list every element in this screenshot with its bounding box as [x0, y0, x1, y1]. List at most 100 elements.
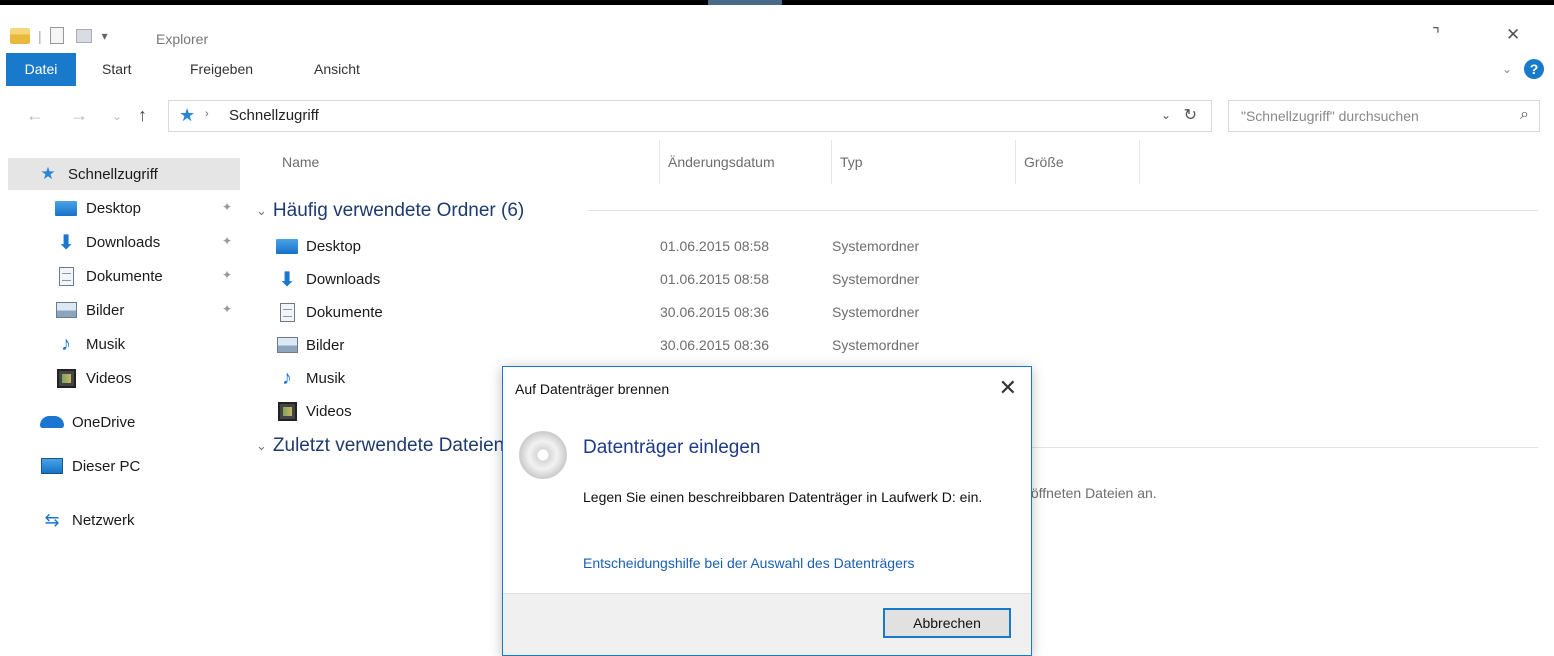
- column-header-size[interactable]: Größe: [1016, 140, 1140, 184]
- quick-access-star-icon: ★: [179, 105, 196, 125]
- sidebar-item-label: Dokumente: [86, 267, 163, 285]
- group-divider: [588, 210, 1538, 211]
- documents-icon: [279, 302, 295, 322]
- sidebar-item-network[interactable]: ⇆ Netzwerk: [0, 504, 240, 536]
- navigation-pane: ★ Schnellzugriff Desktop ✦ ⬇ Downloads ✦…: [0, 150, 250, 656]
- sidebar-item-downloads[interactable]: ⬇ Downloads ✦: [0, 226, 240, 258]
- item-type: Systemordner: [832, 304, 920, 320]
- tab-share[interactable]: Freigeben: [190, 53, 253, 86]
- item-name: Musik: [306, 369, 346, 387]
- item-name: Desktop: [306, 237, 362, 255]
- pin-icon[interactable]: ✦: [222, 268, 232, 282]
- sidebar-item-label: Videos: [86, 369, 132, 387]
- folder-icon[interactable]: [10, 27, 30, 44]
- column-header-date[interactable]: Änderungsdatum: [660, 140, 832, 184]
- back-icon[interactable]: ←: [26, 105, 44, 126]
- list-item[interactable]: Desktop 01.06.2015 08:58 Systemordner: [274, 230, 994, 262]
- group-title: Zuletzt verwendete Dateien (0): [272, 435, 533, 456]
- recent-locations-icon[interactable]: ⌄: [112, 109, 122, 123]
- pin-icon[interactable]: ✦: [222, 234, 232, 248]
- item-type: Systemordner: [832, 337, 920, 353]
- chevron-down-icon: ⌄: [256, 438, 267, 453]
- breadcrumb-separator-icon[interactable]: ›: [205, 108, 209, 120]
- sidebar-item-this-pc[interactable]: Dieser PC: [0, 450, 240, 482]
- minimize-icon[interactable]: ⌝: [1432, 25, 1440, 45]
- cancel-button[interactable]: Abbrechen: [883, 608, 1011, 638]
- pictures-icon: [276, 337, 298, 353]
- address-dropdown-icon[interactable]: ⌄: [1161, 108, 1171, 122]
- up-icon[interactable]: ↑: [138, 105, 147, 126]
- breadcrumb-quick-access[interactable]: Schnellzugriff: [229, 107, 319, 124]
- pictures-icon: [55, 302, 77, 318]
- sidebar-item-pictures[interactable]: Bilder ✦: [0, 294, 240, 326]
- sidebar-item-desktop[interactable]: Desktop ✦: [0, 192, 240, 224]
- desktop-icon: [276, 238, 298, 254]
- sidebar-item-videos[interactable]: Videos: [0, 362, 240, 394]
- navigation-bar: ← → ⌄ ↑ ★ › Schnellzugriff ⌄ ↻ "Schnellz…: [0, 98, 1554, 134]
- dialog-footer: Abbrechen: [503, 593, 1031, 655]
- pin-icon[interactable]: ✦: [222, 302, 232, 316]
- help-icon[interactable]: ?: [1524, 59, 1544, 79]
- star-icon: ★: [40, 164, 56, 183]
- music-icon: ♪: [282, 366, 292, 389]
- group-recent-files[interactable]: ⌄ Zuletzt verwendete Dateien (0): [256, 433, 533, 459]
- item-date: 01.06.2015 08:58: [660, 238, 769, 254]
- pc-icon: [41, 458, 63, 474]
- network-icon: ⇆: [44, 509, 60, 530]
- title-bar: | ▾ Explorer ⌝ ✕: [0, 5, 1554, 53]
- list-item[interactable]: Bilder 30.06.2015 08:36 Systemordner: [274, 329, 994, 361]
- qa-dropdown-icon[interactable]: ▾: [102, 29, 108, 43]
- item-name: Bilder: [306, 336, 345, 354]
- sidebar-item-label: Musik: [86, 335, 126, 353]
- quick-access-toolbar: | ▾: [10, 27, 108, 44]
- documents-icon: [58, 266, 74, 286]
- help-link[interactable]: Entscheidungshilfe bei der Auswahl des D…: [583, 555, 915, 571]
- column-header-type[interactable]: Typ: [832, 140, 1016, 184]
- item-type: Systemordner: [832, 271, 920, 287]
- refresh-icon[interactable]: ↻: [1184, 105, 1197, 125]
- address-bar[interactable]: ★ › Schnellzugriff ⌄ ↻: [168, 100, 1212, 132]
- item-name: Downloads: [306, 270, 381, 288]
- properties-icon[interactable]: [49, 27, 64, 44]
- tab-view[interactable]: Ansicht: [314, 53, 360, 86]
- ribbon-tabs: Datei Start Freigeben Ansicht ⌄ ?: [0, 53, 1554, 87]
- group-title: Häufig verwendete Ordner (6): [272, 200, 525, 221]
- dialog-heading: Datenträger einlegen: [583, 437, 761, 458]
- sidebar-item-label: Dieser PC: [72, 457, 141, 475]
- forward-icon[interactable]: →: [70, 105, 88, 126]
- close-icon[interactable]: ✕: [999, 375, 1017, 401]
- item-name: Dokumente: [306, 303, 383, 321]
- search-icon[interactable]: ⌕: [1520, 106, 1529, 124]
- sidebar-item-label: Downloads: [86, 233, 161, 251]
- sidebar-item-quick-access[interactable]: ★ Schnellzugriff: [8, 158, 240, 190]
- item-date: 30.06.2015 08:36: [660, 304, 769, 320]
- download-icon: ⬇: [57, 231, 75, 254]
- sidebar-item-documents[interactable]: Dokumente ✦: [0, 260, 240, 292]
- tab-start[interactable]: Start: [102, 53, 132, 86]
- search-input[interactable]: "Schnellzugriff" durchsuchen ⌕: [1228, 100, 1540, 132]
- group-frequent-folders[interactable]: ⌄ Häufig verwendete Ordner (6): [256, 198, 524, 224]
- sidebar-item-label: OneDrive: [72, 413, 136, 431]
- new-folder-icon[interactable]: [75, 28, 92, 43]
- videos-icon: [56, 368, 76, 388]
- pin-icon[interactable]: ✦: [222, 200, 232, 214]
- item-date: 01.06.2015 08:58: [660, 271, 769, 287]
- group-divider: [1032, 447, 1538, 448]
- disc-icon: [519, 431, 567, 479]
- sidebar-item-music[interactable]: ♪ Musik: [0, 328, 240, 360]
- sidebar-item-label: Schnellzugriff: [68, 165, 158, 183]
- list-item[interactable]: ⬇ Downloads 01.06.2015 08:58 Systemordner: [274, 263, 994, 295]
- burn-disc-dialog: Auf Datenträger brennen ✕ Datenträger ei…: [502, 366, 1032, 656]
- list-item[interactable]: Dokumente 30.06.2015 08:36 Systemordner: [274, 296, 994, 328]
- videos-icon: [277, 401, 297, 421]
- sidebar-item-onedrive[interactable]: OneDrive: [0, 406, 240, 438]
- sidebar-item-label: Desktop: [86, 199, 142, 217]
- ribbon-expand-icon[interactable]: ⌄: [1502, 62, 1512, 76]
- column-header-name[interactable]: Name: [274, 140, 660, 184]
- close-icon[interactable]: ✕: [1506, 25, 1520, 45]
- item-type: Systemordner: [832, 238, 920, 254]
- music-icon: ♪: [61, 332, 71, 355]
- download-icon: ⬇: [278, 268, 296, 291]
- tab-file[interactable]: Datei: [6, 53, 76, 86]
- dialog-message: Legen Sie einen beschreibbaren Datenträg…: [583, 489, 983, 505]
